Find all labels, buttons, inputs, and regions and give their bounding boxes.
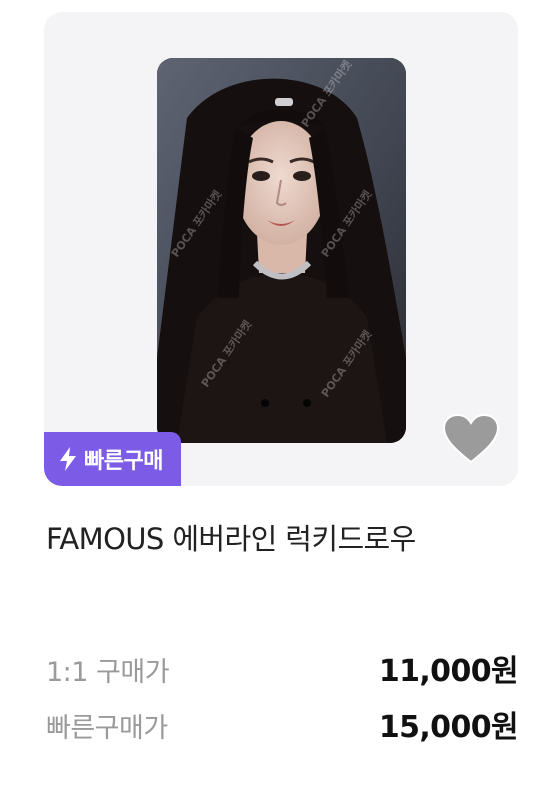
product-image-card[interactable]: POCA 포카마켓 POCA 포카마켓 POCA 포카마켓 POCA 포카마켓 … (44, 12, 518, 486)
product-title[interactable]: FAMOUS 에버라인 럭키드로우 (46, 516, 416, 558)
price-label: 1:1 구매가 (46, 657, 170, 688)
price-row-fast-purchase: 빠른구매가 15,000원 (46, 702, 519, 746)
price-label: 빠른구매가 (46, 713, 168, 744)
photocard-image[interactable]: POCA 포카마켓 POCA 포카마켓 POCA 포카마켓 POCA 포카마켓 … (157, 58, 406, 443)
lightning-bolt-icon (58, 445, 78, 473)
fast-purchase-badge-label: 빠른구매 (84, 449, 163, 474)
price-value: 15,000원 (378, 710, 519, 745)
price-value: 11,000원 (378, 654, 519, 689)
photocard-illustration: POCA 포카마켓 POCA 포카마켓 POCA 포카마켓 POCA 포카마켓 … (157, 58, 406, 443)
wishlist-button[interactable] (440, 412, 502, 470)
fast-purchase-badge: 빠른구매 (44, 432, 181, 486)
heart-icon (442, 413, 500, 468)
price-row-one-on-one: 1:1 구매가 11,000원 (46, 646, 519, 690)
